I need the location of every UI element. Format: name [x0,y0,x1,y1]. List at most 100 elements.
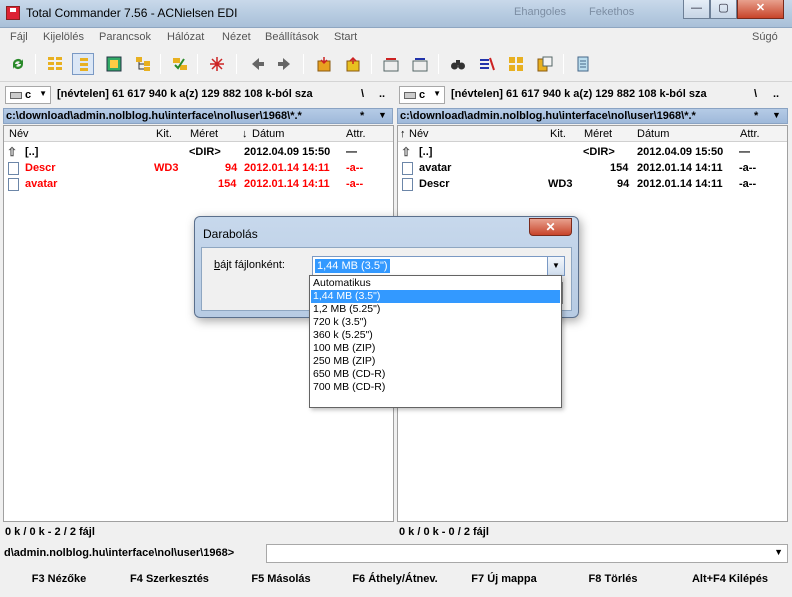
left-drive-select[interactable]: c ▼ [5,86,51,104]
dropdown-option[interactable]: 100 MB (ZIP) [311,342,560,355]
menu-help[interactable]: Súgó [752,31,778,43]
chevron-down-icon[interactable]: ▼ [378,110,387,120]
chevron-down-icon: ▼ [39,89,47,98]
find-files-icon[interactable] [447,53,469,75]
close-button[interactable]: ✕ [737,0,784,19]
chevron-down-icon[interactable]: ▼ [774,547,783,557]
menu-file[interactable]: Fájl [10,31,28,43]
file-row[interactable]: avatar 154 2012.01.14 14:11 -a-- [4,176,393,192]
right-drive-select[interactable]: c ▼ [399,86,445,104]
dialog-title: Darabolás [203,227,258,241]
col-name[interactable]: Név [409,128,429,140]
menu-view[interactable]: Nézet [222,31,251,43]
col-name[interactable]: Név [9,128,29,140]
dropdown-option[interactable]: 1,2 MB (5.25") [311,303,560,316]
col-date[interactable]: Dátum [252,128,284,140]
menu-start[interactable]: Start [334,31,357,43]
up-folder-icon: ⇧ [7,145,18,159]
right-drive-info: [névtelen] 61 617 940 k a(z) 129 882 108… [451,88,707,100]
menu-configuration[interactable]: Beállítások [265,31,319,43]
unpack-icon[interactable] [342,53,364,75]
select-all-icon[interactable] [206,53,228,75]
f6-move-button[interactable]: F6 Áthely/Átnev. [336,568,454,590]
pack-icon[interactable] [313,53,335,75]
dropdown-option[interactable]: 1,44 MB (3.5") [311,290,560,303]
drive-icon [404,92,416,99]
thumbnail-view-icon[interactable] [103,53,125,75]
right-status: 0 k / 0 k - 0 / 2 fájl [399,526,489,538]
file-row[interactable]: ⇧ [..] <DIR> 2012.04.09 15:50 — [398,144,787,160]
col-size[interactable]: Méret [190,128,218,140]
col-date[interactable]: Dátum [637,128,669,140]
f3-view-button[interactable]: F3 Nézőke [0,568,118,590]
file-size: 154 [218,178,237,190]
maximize-button[interactable]: ▢ [710,0,737,19]
left-drive-bar: c ▼ [névtelen] 61 617 940 k a(z) 129 882… [5,86,392,104]
right-up-button[interactable]: .. [773,88,779,100]
drive-letter: c [25,89,32,101]
file-date: 2012.01.14 14:11 [244,178,330,190]
toolbar-separator [160,54,161,74]
forward-icon[interactable] [274,53,296,75]
url-connect-icon[interactable] [409,53,431,75]
sync-dirs-icon[interactable] [505,53,527,75]
dropdown-option[interactable]: 720 k (3.5") [311,316,560,329]
invert-selection-icon[interactable] [169,53,191,75]
f5-copy-button[interactable]: F5 Másolás [226,568,336,590]
history-star-icon[interactable]: * [754,110,758,122]
chevron-down-icon[interactable]: ▼ [772,110,781,120]
right-path-bar[interactable]: c:\download\admin.nolblog.hu\interface\n… [397,108,788,124]
minimize-button[interactable]: — [683,0,710,19]
multi-rename-icon[interactable] [476,53,498,75]
app-floppy-icon[interactable] [6,6,20,20]
menu-commands[interactable]: Parancsok [99,31,151,43]
bytes-per-file-label: bájt fájlonként: [214,259,285,271]
file-row[interactable]: Descr WD3 94 2012.01.14 14:11 -a-- [398,176,787,192]
altf4-exit-button[interactable]: Alt+F4 Kilépés [672,568,788,590]
right-root-button[interactable]: \ [754,88,757,100]
col-attr[interactable]: Attr. [740,128,760,140]
menu-mark[interactable]: Kijelölés [43,31,84,43]
detailed-view-icon[interactable] [72,53,94,75]
file-row[interactable]: ⇧ [..] <DIR> 2012.04.09 15:50 — [4,144,393,160]
notepad-icon[interactable] [572,53,594,75]
dropdown-option[interactable]: Automatikus [311,277,560,290]
f8-delete-button[interactable]: F8 Törlés [554,568,672,590]
menu-net[interactable]: Hálózat [167,31,204,43]
file-name: [..] [419,146,433,158]
dropdown-option[interactable]: 700 MB (CD-R) [311,381,560,394]
brief-view-icon[interactable] [44,53,66,75]
file-name: [..] [25,146,39,158]
background-tab-label: Fekethos [589,6,635,18]
left-path-bar[interactable]: c:\download\admin.nolblog.hu\interface\n… [3,108,393,124]
tree-view-icon[interactable] [132,53,154,75]
left-up-button[interactable]: .. [379,88,385,100]
file-row[interactable]: Descr WD3 94 2012.01.14 14:11 -a-- [4,160,393,176]
dropdown-option[interactable]: 650 MB (CD-R) [311,368,560,381]
command-input[interactable]: ▼ [266,544,788,563]
f7-newfolder-button[interactable]: F7 Új mappa [454,568,554,590]
file-name: avatar [25,178,58,190]
dropdown-option[interactable]: 250 MB (ZIP) [311,355,560,368]
right-path: c:\download\admin.nolblog.hu\interface\n… [400,110,696,122]
col-attr[interactable]: Attr. [346,128,366,140]
left-root-button[interactable]: \ [361,88,364,100]
dropdown-option[interactable]: 360 k (5.25") [311,329,560,342]
bytes-per-file-combo[interactable]: 1,44 MB (3.5") ▼ [312,256,565,276]
dialog-close-button[interactable]: ✕ [529,218,572,236]
col-ext[interactable]: Kit. [550,128,566,140]
file-ext: WD3 [548,178,573,190]
ftp-connect-icon[interactable] [380,53,402,75]
col-size[interactable]: Méret [584,128,612,140]
toolbar-separator [35,54,36,74]
file-name: Descr [25,162,56,174]
compare-icon[interactable] [534,53,556,75]
toolbar [0,48,792,82]
chevron-down-icon[interactable]: ▼ [547,257,564,275]
f4-edit-button[interactable]: F4 Szerkesztés [113,568,226,590]
file-row[interactable]: avatar 154 2012.01.14 14:11 -a-- [398,160,787,176]
back-icon[interactable] [246,53,268,75]
refresh-icon[interactable] [7,53,29,75]
history-star-icon[interactable]: * [360,110,364,122]
col-ext[interactable]: Kit. [156,128,172,140]
